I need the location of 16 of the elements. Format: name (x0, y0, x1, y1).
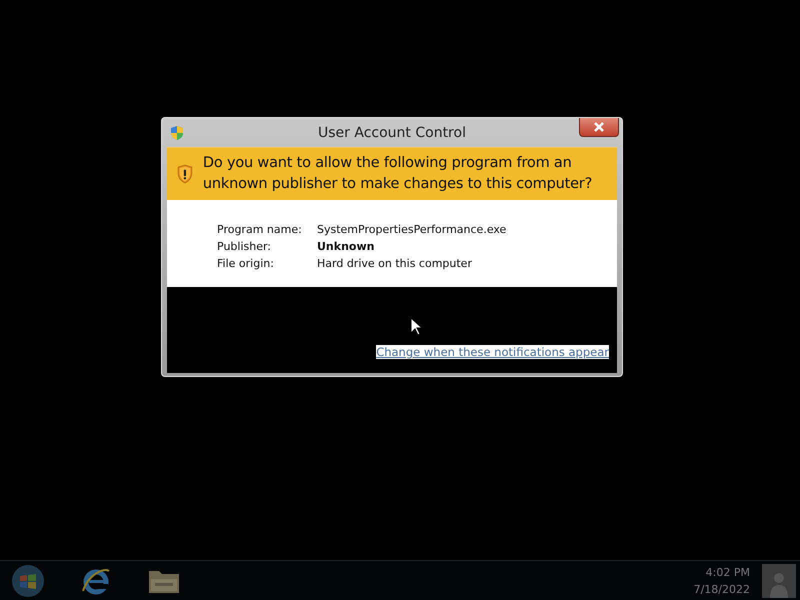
window-title: User Account Control (317, 124, 467, 140)
clock-time: 4:02 PM (706, 564, 750, 580)
detail-label: Program name: (217, 222, 303, 238)
clock-date: 7/18/2022 (694, 582, 750, 598)
close-button[interactable] (579, 118, 619, 137)
cursor-icon (410, 317, 422, 336)
close-icon (593, 122, 605, 132)
detail-value: SystemPropertiesPerformance.exe (317, 222, 508, 238)
question-text: Do you want to allow the following program from an unknown publisher to make changes to this computer? (202, 154, 594, 194)
shield-icon (169, 124, 185, 140)
start-orb-icon (11, 564, 45, 598)
notification-settings-link[interactable]: Change when these notifications appear (376, 345, 609, 359)
detail-label: Publisher: (217, 239, 272, 255)
detail-value: Unknown (317, 239, 376, 255)
detail-label: File origin: (217, 256, 275, 272)
detail-value: Hard drive on this computer (317, 256, 473, 272)
